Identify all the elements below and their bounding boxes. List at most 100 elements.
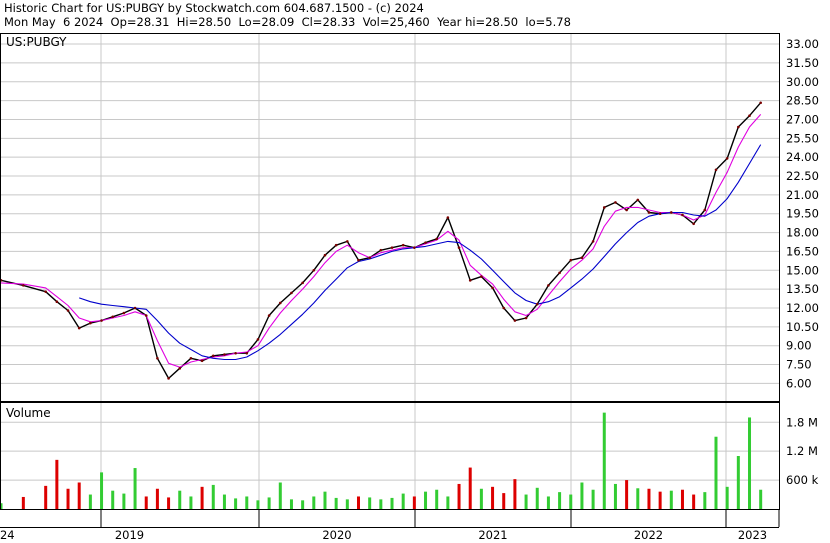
volume-bar — [167, 497, 171, 509]
close-price-point — [535, 302, 539, 306]
volume-bar — [479, 488, 483, 509]
close-price-point — [278, 301, 282, 305]
close-price-point — [446, 216, 450, 219]
volume-bar — [613, 483, 617, 509]
year-tick-label: 2019 — [115, 528, 144, 542]
volume-bar — [736, 456, 740, 509]
close-price-point — [133, 306, 137, 310]
year-tick-label: 2023 — [738, 528, 767, 542]
close-price-point — [547, 284, 550, 287]
close-price-point — [156, 356, 159, 360]
price-tick-label: 21.00 — [786, 188, 819, 202]
close-price-line — [0, 102, 762, 380]
volume-bar — [580, 482, 584, 509]
volume-bar — [524, 494, 528, 509]
price-tick-label: 19.50 — [786, 207, 819, 221]
volume-bar — [301, 500, 305, 509]
close-price-point — [558, 271, 561, 275]
close-price-point — [681, 213, 684, 217]
volume-bar — [602, 412, 606, 509]
volume-panel-frame — [0, 402, 780, 510]
price-panel-grid — [1, 34, 779, 401]
close-price-point — [457, 246, 461, 249]
volume-bar — [189, 496, 193, 509]
price-tick-label: 25.50 — [786, 131, 819, 145]
close-price-point — [714, 168, 718, 172]
close-price-point — [513, 319, 517, 322]
close-price-point — [692, 222, 695, 226]
price-tick-label: 18.00 — [786, 226, 819, 240]
close-price-point — [44, 290, 47, 293]
volume-bar — [546, 496, 550, 509]
price-tick-label: 27.00 — [786, 112, 819, 126]
close-price-point — [55, 300, 59, 304]
close-price-point — [368, 256, 371, 260]
volume-bar — [424, 491, 428, 509]
volume-bar — [256, 500, 260, 509]
close-price-point — [725, 157, 729, 160]
close-price-point — [658, 212, 662, 216]
price-panel-frame — [0, 33, 780, 402]
price-tick-label: 16.50 — [786, 244, 819, 258]
volume-bar — [759, 489, 763, 509]
volume-bar — [222, 494, 226, 509]
volume-bar — [55, 459, 59, 509]
volume-bar — [88, 494, 92, 509]
close-price-point — [256, 338, 260, 341]
volume-tick-label: 600 k — [786, 473, 819, 487]
volume-bar — [200, 486, 204, 509]
volume-bar — [558, 492, 562, 509]
close-price-point — [480, 275, 483, 278]
volume-bar — [211, 484, 215, 509]
price-tick-label: 7.50 — [786, 358, 812, 372]
volume-bar — [133, 468, 137, 509]
close-price-point — [167, 377, 170, 380]
close-price-point — [748, 114, 751, 117]
volume-bar — [111, 490, 115, 509]
volume-bar — [468, 467, 472, 509]
close-price-point — [223, 353, 226, 356]
volume-bar — [625, 480, 629, 509]
volume-bar — [334, 497, 338, 509]
close-price-point — [22, 284, 25, 287]
volume-bar — [356, 496, 360, 509]
close-price-point — [379, 248, 383, 252]
volume-bar — [21, 496, 25, 509]
close-price-point — [703, 208, 707, 212]
stock-chart: 33.00 31.50 30.00 28.50 27.00 25.50 24.00 22.50… — [0, 33, 819, 542]
volume-bar — [435, 489, 439, 509]
price-tick-label: 22.50 — [786, 169, 819, 183]
close-price-point — [100, 319, 103, 322]
price-tick-label: 31.50 — [786, 56, 819, 70]
volume-bar — [647, 488, 651, 509]
volume-bar — [278, 482, 282, 509]
close-price-point — [580, 256, 584, 260]
price-tick-label: 33.00 — [786, 37, 819, 51]
volume-bar — [680, 489, 684, 509]
close-price-point — [323, 253, 327, 257]
year-tick-label: 2021 — [478, 528, 507, 542]
close-price-point — [413, 246, 416, 249]
close-price-point — [211, 354, 215, 358]
volume-bar — [535, 487, 539, 509]
close-price-point — [200, 359, 204, 363]
close-price-point — [647, 211, 651, 214]
volume-bar — [267, 497, 271, 509]
close-price-point — [144, 314, 148, 317]
volume-panel-grid — [1, 403, 779, 509]
volume-bar — [491, 486, 495, 509]
close-price-point — [502, 306, 506, 310]
volume-bar — [446, 496, 450, 509]
volume-bar — [155, 488, 159, 509]
close-price-point — [569, 258, 573, 262]
volume-bar — [379, 499, 383, 509]
volume-bar — [100, 472, 104, 509]
close-price-point — [737, 125, 740, 129]
close-price-point — [346, 240, 349, 243]
volume-bar — [289, 499, 293, 509]
price-tick-label: 6.00 — [786, 376, 812, 390]
close-price-point — [424, 241, 427, 244]
volume-bar — [368, 497, 372, 509]
volume-bar — [692, 494, 696, 509]
volume-panel-title: Volume — [6, 406, 51, 420]
